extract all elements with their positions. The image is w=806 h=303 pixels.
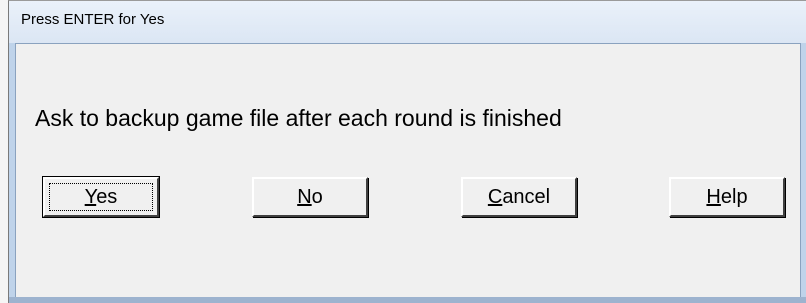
help-button-label: Help <box>706 185 748 208</box>
dialog-message: Ask to backup game file after each round… <box>35 105 562 131</box>
no-button-label: No <box>297 185 323 208</box>
no-button[interactable]: No <box>252 177 368 217</box>
title-bar[interactable]: Press ENTER for Yes <box>9 1 806 43</box>
dialog-client-area: Ask to backup game file after each round… <box>15 43 801 298</box>
cancel-button-label: Cancel <box>487 185 551 208</box>
dialog-window: Press ENTER for Yes Ask to backup game f… <box>8 0 806 303</box>
help-button[interactable]: Help <box>669 177 785 217</box>
window-title: Press ENTER for Yes <box>21 11 165 28</box>
yes-button-label: Yes <box>84 185 118 208</box>
window-bottom-border <box>9 297 806 303</box>
yes-button[interactable]: Yes <box>42 176 160 218</box>
cancel-button[interactable]: Cancel <box>461 177 577 217</box>
